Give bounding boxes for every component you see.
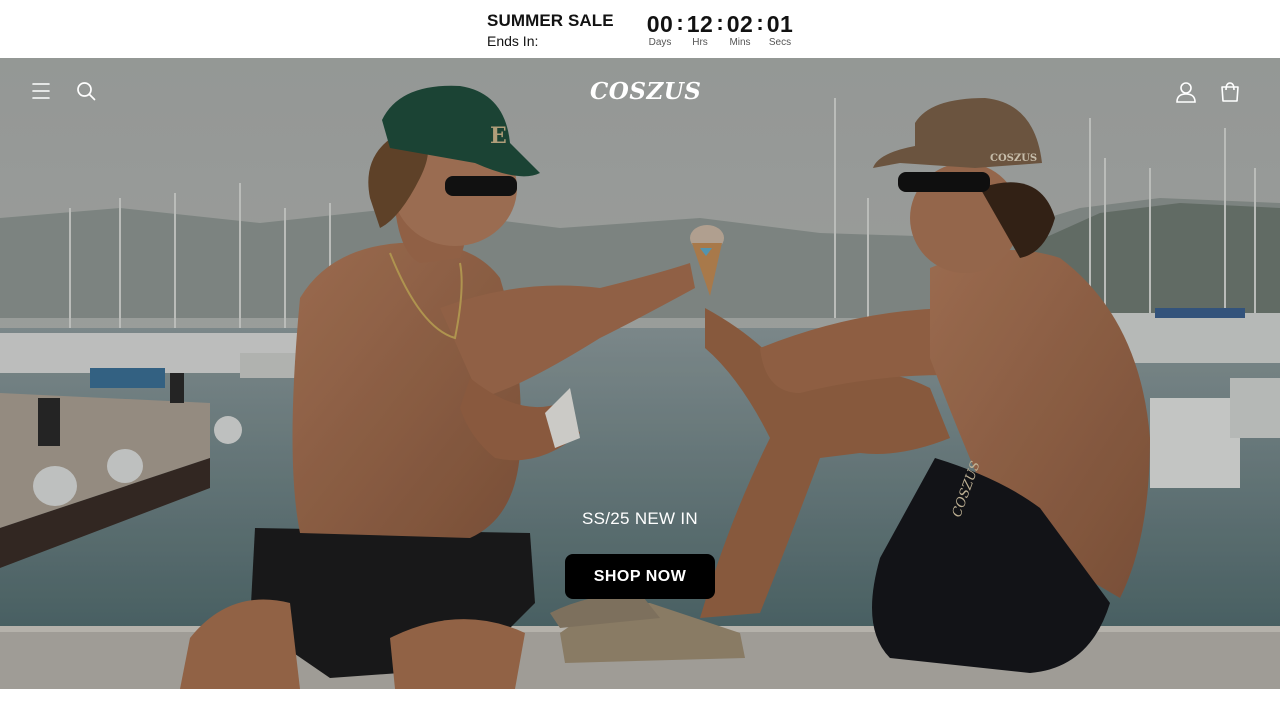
countdown-timer: 00 Days : 12 Hrs : 02 Mins : 01 Secs [644,12,796,49]
countdown-hours: 12 Hrs [684,12,716,49]
countdown-days-value: 00 [646,11,674,37]
page-section-below [0,689,1280,720]
menu-icon [32,83,50,99]
countdown-days: 00 Days [644,12,676,49]
account-icon [1176,82,1196,103]
countdown-seconds-value: 01 [766,11,794,37]
countdown-separator: : [756,10,764,35]
account-button[interactable] [1170,76,1202,108]
countdown-minutes-value: 02 [726,11,754,37]
brand-logo[interactable]: COSZUS [590,76,701,108]
countdown-separator: : [716,10,724,35]
countdown-minutes-label: Mins [729,37,751,48]
sale-block: SUMMER SALE Ends In: [487,11,614,50]
cart-icon [1221,82,1239,102]
countdown-minutes: 02 Mins [724,12,756,49]
countdown-days-label: Days [648,37,672,48]
hero-caption: SS/25 NEW IN [581,509,699,528]
countdown-seconds: 01 Secs [764,12,796,49]
search-icon [77,82,96,101]
countdown-separator: : [676,10,684,35]
sale-title: SUMMER SALE [487,11,614,30]
countdown-seconds-label: Secs [768,37,792,48]
countdown-hours-value: 12 [686,11,714,37]
cart-button[interactable] [1214,76,1246,108]
sale-ends-label: Ends In: [487,33,539,49]
search-button[interactable] [70,75,102,107]
menu-button[interactable] [25,75,57,107]
countdown-hours-label: Hrs [692,37,708,48]
shop-now-button[interactable]: SHOP NOW [565,554,715,599]
announcement-bar: SUMMER SALE Ends In: 00 Days : 12 Hrs : … [0,0,1280,58]
